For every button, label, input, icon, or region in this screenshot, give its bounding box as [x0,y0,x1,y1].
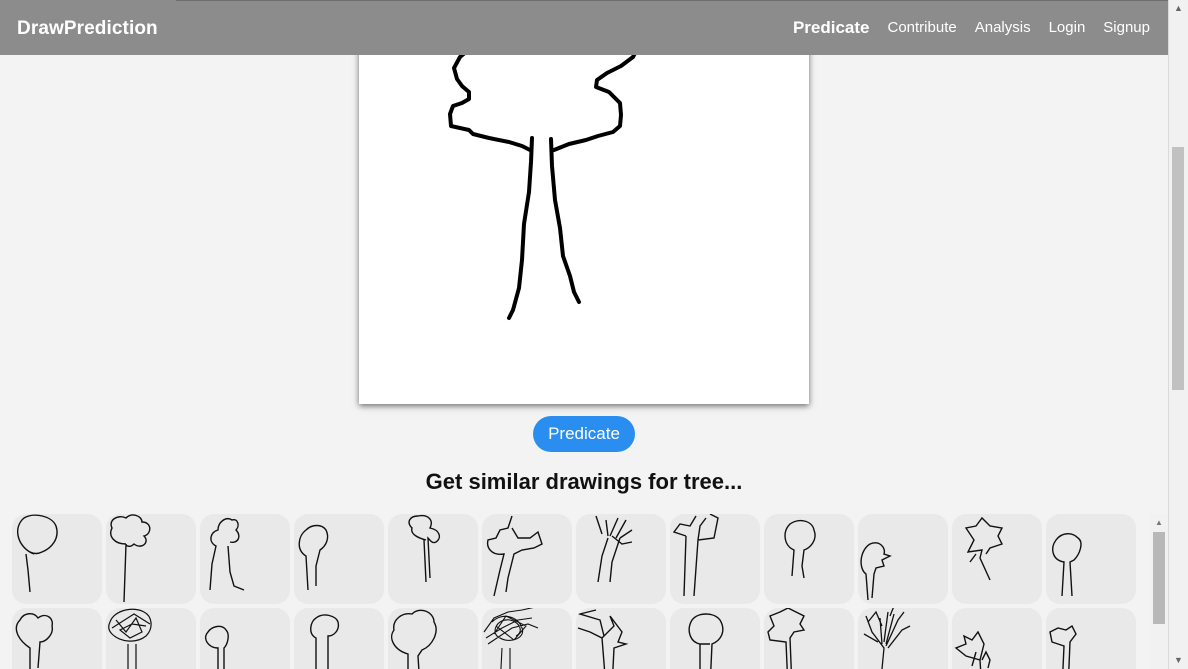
tree-sketch-icon [483,608,539,669]
similar-drawing-item[interactable] [12,608,102,669]
scroll-up-arrow-icon[interactable]: ▲ [1155,518,1163,527]
tree-sketch-icon [863,608,911,669]
similar-drawings-grid [12,514,1147,669]
page-scrollbar[interactable]: ▲ ▼ [1168,0,1188,669]
tree-sketch-icon [1049,624,1077,669]
tree-sketch-icon [298,524,329,591]
top-navbar: DrawPrediction Predicate Contribute Anal… [0,0,1168,55]
similar-drawing-item[interactable] [388,608,478,669]
tree-sketch-icon [1052,533,1082,597]
nav-link-analysis[interactable]: Analysis [975,19,1031,38]
tree-sketch-icon [767,608,806,669]
tree-sketch-icon [486,515,543,597]
scroll-up-arrow-icon[interactable]: ▲ [1174,3,1183,13]
nav-links: Predicate Contribute Analysis Login Sign… [775,18,1150,38]
similar-drawing-item[interactable] [12,514,102,604]
tree-sketch-icon [16,514,58,593]
similar-drawing-item[interactable] [106,608,196,669]
similar-drawing-item[interactable] [858,514,948,604]
tree-sketch-icon [954,630,991,669]
similar-drawing-item[interactable] [294,608,384,669]
similar-drawing-item[interactable] [858,608,948,669]
similar-drawing-item[interactable] [294,514,384,604]
similar-drawing-item[interactable] [764,608,854,669]
tree-sketch-icon [860,542,892,601]
similar-drawing-item[interactable] [200,608,290,669]
tree-sketch-icon [688,613,724,669]
tree-sketch-icon [110,514,151,603]
tree-sketch-icon [595,515,633,583]
similar-drawing-item[interactable] [576,608,666,669]
gallery-scroll-thumb[interactable] [1153,532,1165,624]
nav-link-predicate[interactable]: Predicate [793,18,870,38]
similar-drawing-item[interactable] [764,514,854,604]
similar-drawing-item[interactable] [200,514,290,604]
similar-drawing-item[interactable] [952,514,1042,604]
similar-drawing-item[interactable] [482,608,572,669]
similar-drawing-item[interactable] [576,514,666,604]
tree-sketch-icon [408,514,441,583]
similar-drawing-item[interactable] [952,608,1042,669]
similar-drawing-item[interactable] [1046,514,1136,604]
similar-drawing-item[interactable] [670,608,760,669]
page-scroll-thumb[interactable] [1172,147,1184,390]
similar-drawing-item[interactable] [1046,608,1136,669]
nav-link-login[interactable]: Login [1049,19,1086,38]
tree-sketch-icon [577,609,629,669]
tree-sketch-icon [15,613,54,669]
tree-sketch-icon [108,608,152,669]
similar-drawing-item[interactable] [106,514,196,604]
similar-drawing-item[interactable] [482,514,572,604]
tree-sketch-icon [390,609,437,669]
nav-link-signup[interactable]: Signup [1103,19,1150,38]
tree-sketch-icon [310,614,340,669]
similar-drawing-item[interactable] [388,514,478,604]
tree-drawing [448,7,641,320]
tree-sketch-icon [672,514,719,597]
drawing-canvas[interactable] [359,0,809,404]
scroll-down-arrow-icon[interactable]: ▼ [1174,655,1183,665]
similar-drawings-heading: Get similar drawings for tree... [425,469,743,494]
tree-sketch-icon [964,516,1004,581]
tree-sketch-icon [204,625,229,669]
similar-drawing-item[interactable] [670,514,760,604]
nav-link-contribute[interactable]: Contribute [888,19,957,38]
gallery-scrollbar[interactable]: ▲ [1150,514,1168,669]
tree-sketch-icon [784,519,816,579]
tree-sketch-icon [209,518,245,591]
predicate-button[interactable]: Predicate [533,416,635,452]
brand-logo[interactable]: DrawPrediction [17,18,158,40]
